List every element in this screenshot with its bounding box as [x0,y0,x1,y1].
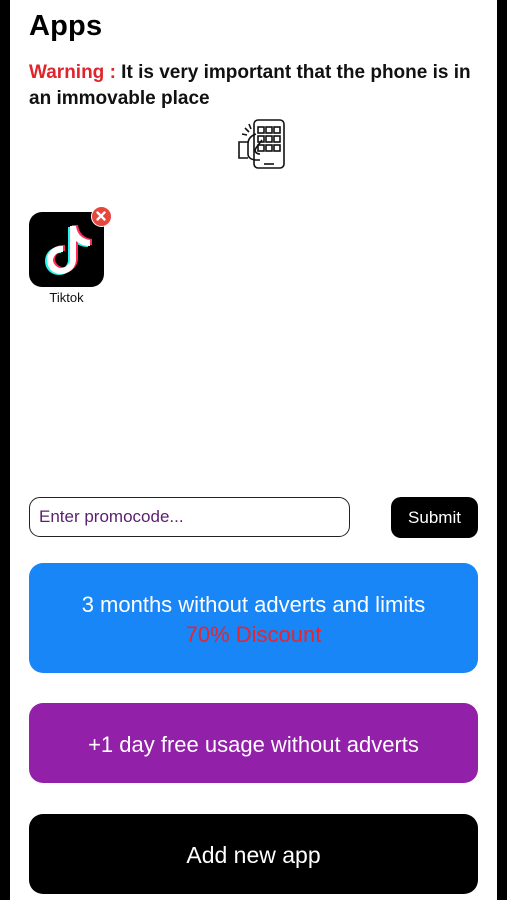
remove-icon[interactable] [91,206,112,227]
app-tile-tiktok[interactable]: Tiktok [29,206,119,306]
free-day-button[interactable]: +1 day free usage without adverts [29,703,478,783]
warning-label: Warning : [29,62,116,83]
app-screen: Apps Warning : It is very important that… [10,0,497,900]
app-label: Tiktok [49,290,84,305]
promocode-input[interactable] [29,497,350,537]
premium-offer-button[interactable]: 3 months without adverts and limits 70% … [29,563,478,673]
free-day-label: +1 day free usage without adverts [88,732,419,757]
page-title: Apps [29,10,103,42]
add-new-app-label: Add new app [186,842,321,868]
add-new-app-button[interactable]: Add new app [29,814,478,894]
warning-message: Warning : It is very important that the … [29,60,484,112]
premium-offer-title: 3 months without adverts and limits [81,592,426,617]
hand-holding-phone-icon [236,118,288,172]
submit-button[interactable]: Submit [391,497,478,538]
discount-label: 70% Discount [185,622,322,647]
